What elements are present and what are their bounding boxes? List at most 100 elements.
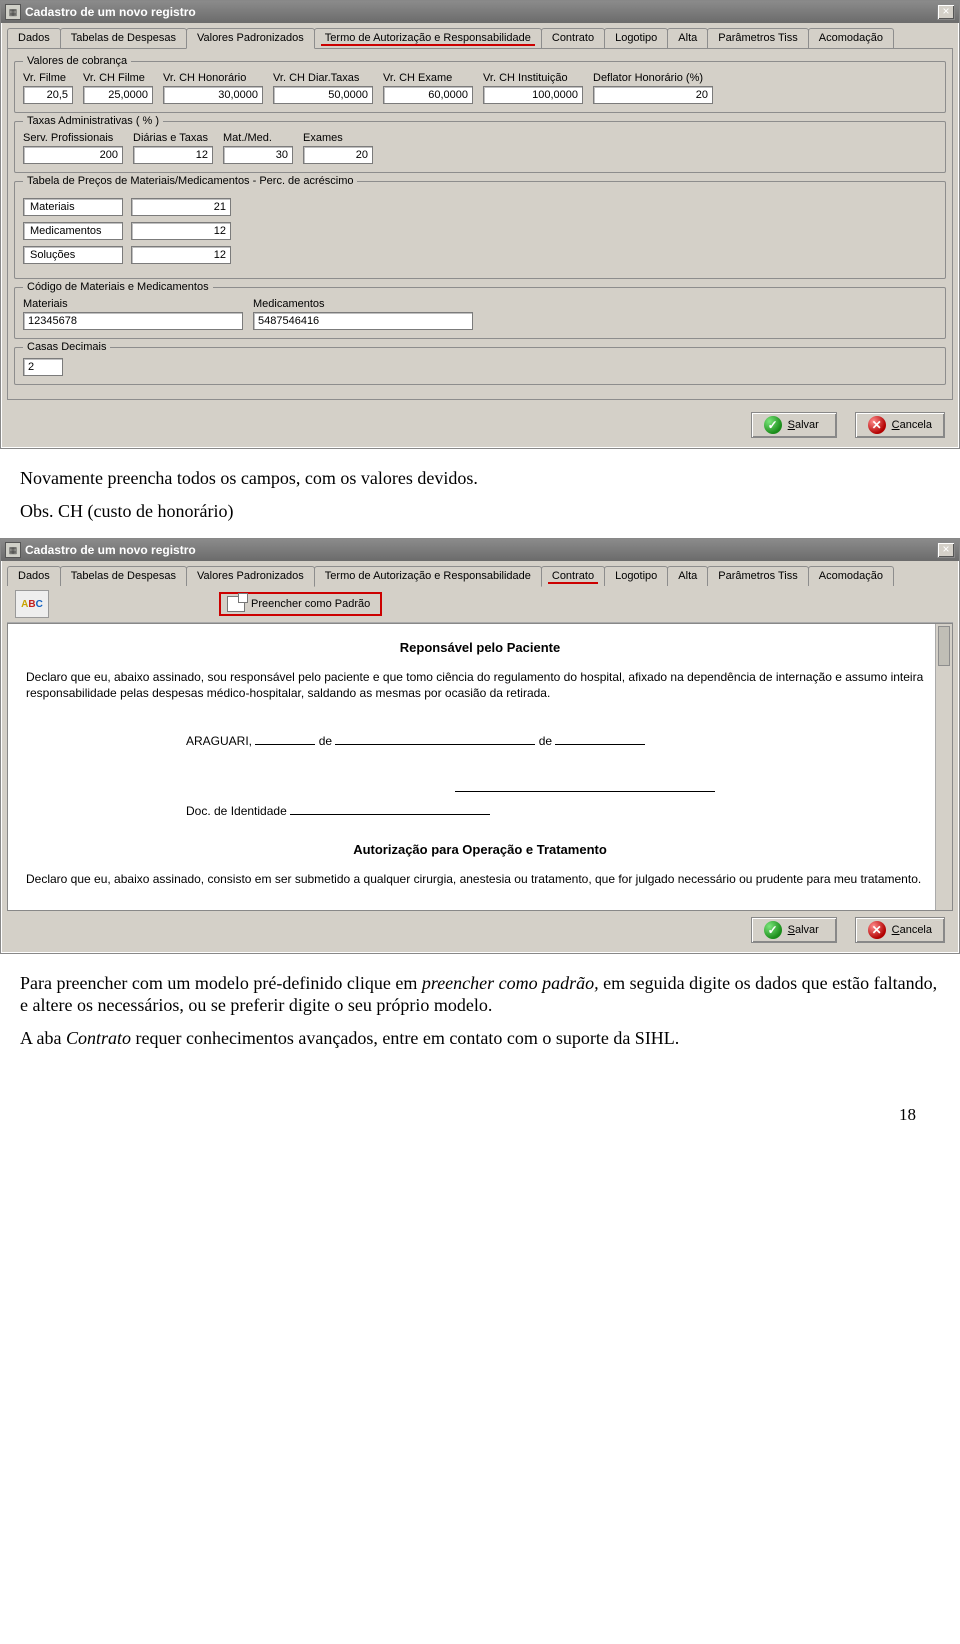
tabbar: Dados Tabelas de Despesas Valores Padron… [1, 23, 959, 48]
signature-line [455, 780, 715, 792]
tab-tabelas-despesas[interactable]: Tabelas de Despesas [60, 28, 187, 48]
dialog-buttons: ✓ Salvar ✕ Cancela [1, 406, 959, 448]
tab-logotipo[interactable]: Logotipo [604, 28, 668, 48]
lbl-materiais: Materiais [23, 198, 123, 216]
tab-acomodacao[interactable]: Acomodação [808, 28, 894, 48]
tab-acomodacao[interactable]: Acomodação [808, 566, 894, 586]
window-valores-padronizados: ▦ Cadastro de um novo registro × Dados T… [0, 0, 960, 449]
bt-p1b: preencher como padrão, [422, 973, 603, 993]
lbl-vr-chhon: Vr. CH Honorário [163, 72, 263, 84]
input-medicamentos[interactable] [131, 222, 231, 240]
bt-p2a: A aba [20, 1028, 66, 1048]
legend-taxas: Taxas Administrativas ( % ) [23, 115, 163, 127]
doc-paragraph-1: Declaro que eu, abaixo assinado, sou res… [26, 669, 934, 701]
tab-contrato[interactable]: Contrato [541, 566, 605, 586]
app-icon: ▦ [5, 542, 21, 558]
tab-termo-autorizacao[interactable]: Termo de Autorização e Responsabilidade [314, 566, 542, 587]
lbl-matmed: Mat./Med. [223, 132, 293, 144]
input-vr-chex[interactable] [383, 86, 473, 104]
input-matmed[interactable] [223, 146, 293, 164]
cancela-mnemonic: C [892, 419, 900, 431]
legend-precos: Tabela de Preços de Materiais/Medicament… [23, 175, 357, 187]
input-vr-chdiar[interactable] [273, 86, 373, 104]
input-materiais[interactable] [131, 198, 231, 216]
input-cod-medicamentos[interactable] [253, 312, 473, 330]
document-editor[interactable]: Reponsável pelo Paciente Declaro que eu,… [7, 623, 953, 911]
tab-tabelas-despesas[interactable]: Tabelas de Despesas [60, 566, 187, 586]
input-vr-filme[interactable] [23, 86, 73, 104]
tab-contrato[interactable]: Contrato [541, 28, 605, 48]
document-text-1: Novamente preencha todos os campos, com … [0, 457, 960, 538]
bt-p2c: requer conhecimentos avançados, entre em… [136, 1028, 680, 1048]
lbl-deflator: Deflator Honorário (%) [593, 72, 713, 84]
input-diarias-taxas[interactable] [133, 146, 213, 164]
lbl-serv-prof: Serv. Profissionais [23, 132, 123, 144]
input-vr-chhon[interactable] [163, 86, 263, 104]
tab-valores-padronizados[interactable]: Valores Padronizados [186, 566, 315, 586]
scrollbar-thumb[interactable] [938, 626, 950, 666]
cancela-button[interactable]: ✕ Cancela [855, 917, 945, 943]
tab-termo-autorizacao[interactable]: Termo de Autorização e Responsabilidade [314, 28, 542, 48]
check-icon: ✓ [764, 416, 782, 434]
lbl-vr-chfilme: Vr. CH Filme [83, 72, 153, 84]
bt-p1a: Para preencher com um modelo pré-definid… [20, 973, 422, 993]
app-icon: ▦ [5, 4, 21, 20]
tabbar-2: Dados Tabelas de Despesas Valores Padron… [1, 561, 959, 586]
salvar-mnemonic: S [788, 924, 795, 936]
lbl-cod-materiais: Materiais [23, 298, 243, 310]
lbl-diarias-taxas: Diárias e Taxas [133, 132, 213, 144]
close-button-2[interactable]: × [937, 542, 955, 558]
titlebar-2: ▦ Cadastro de um novo registro × [1, 539, 959, 561]
legend-codigos: Código de Materiais e Medicamentos [23, 281, 213, 293]
input-deflator[interactable] [593, 86, 713, 104]
tab-parametros-tiss[interactable]: Parâmetros Tiss [707, 28, 808, 48]
close-button[interactable]: × [937, 4, 955, 20]
titlebar: ▦ Cadastro de um novo registro × [1, 1, 959, 23]
group-valores-cobranca: Valores de cobrança Vr. Filme Vr. CH Fil… [14, 61, 946, 113]
cancela-label: ancela [900, 924, 932, 936]
salvar-button[interactable]: ✓ Salvar [751, 917, 837, 943]
doc-heading-responsavel: Reponsável pelo Paciente [26, 640, 934, 655]
doc-city: ARAGUARI, [186, 734, 252, 748]
preencher-label: Preencher como Padrão [251, 598, 370, 610]
group-casas-decimais: Casas Decimais [14, 347, 946, 385]
input-casas-decimais[interactable] [23, 358, 63, 376]
lbl-vr-chinst: Vr. CH Instituição [483, 72, 583, 84]
cancela-mnemonic: C [892, 924, 900, 936]
preencher-como-padrao-button[interactable]: Preencher como Padrão [219, 592, 382, 616]
window-termo-autorizacao: ▦ Cadastro de um novo registro × Dados T… [0, 538, 960, 954]
tab-alta[interactable]: Alta [667, 28, 708, 48]
input-solucoes[interactable] [131, 246, 231, 264]
salvar-mnemonic: S [788, 419, 795, 431]
tab-alta[interactable]: Alta [667, 566, 708, 586]
page-number: 18 [0, 1065, 960, 1125]
doc-paragraph-2: Declaro que eu, abaixo assinado, consist… [26, 871, 934, 887]
tab-dados[interactable]: Dados [7, 566, 61, 586]
salvar-label: alvar [795, 419, 819, 431]
input-vr-chfilme[interactable] [83, 86, 153, 104]
group-precos-materiais: Tabela de Preços de Materiais/Medicament… [14, 181, 946, 279]
lbl-cod-medicamentos: Medicamentos [253, 298, 473, 310]
input-cod-materiais[interactable] [23, 312, 243, 330]
termo-toolbar: ABC Preencher como Padrão [7, 586, 953, 623]
x-icon: ✕ [868, 416, 886, 434]
cancela-button[interactable]: ✕ Cancela [855, 412, 945, 438]
tab-parametros-tiss[interactable]: Parâmetros Tiss [707, 566, 808, 586]
copy-icon [227, 596, 245, 612]
tab-logotipo[interactable]: Logotipo [604, 566, 668, 586]
doc-p2: Obs. CH (custo de honorário) [20, 500, 940, 523]
input-vr-chinst[interactable] [483, 86, 583, 104]
tab-valores-padronizados[interactable]: Valores Padronizados [186, 28, 315, 49]
cancela-label: ancela [900, 419, 932, 431]
legend-valores-cobranca: Valores de cobrança [23, 55, 131, 67]
bt-p2b: Contrato [66, 1028, 131, 1048]
input-exames[interactable] [303, 146, 373, 164]
doc-heading-autorizacao: Autorização para Operação e Tratamento [26, 842, 934, 857]
window-title-2: Cadastro de um novo registro [25, 543, 937, 557]
input-serv-prof[interactable] [23, 146, 123, 164]
tab-content-valores: Valores de cobrança Vr. Filme Vr. CH Fil… [7, 48, 953, 400]
x-icon: ✕ [868, 921, 886, 939]
salvar-button[interactable]: ✓ Salvar [751, 412, 837, 438]
abc-icon[interactable]: ABC [15, 590, 49, 618]
tab-dados[interactable]: Dados [7, 28, 61, 48]
